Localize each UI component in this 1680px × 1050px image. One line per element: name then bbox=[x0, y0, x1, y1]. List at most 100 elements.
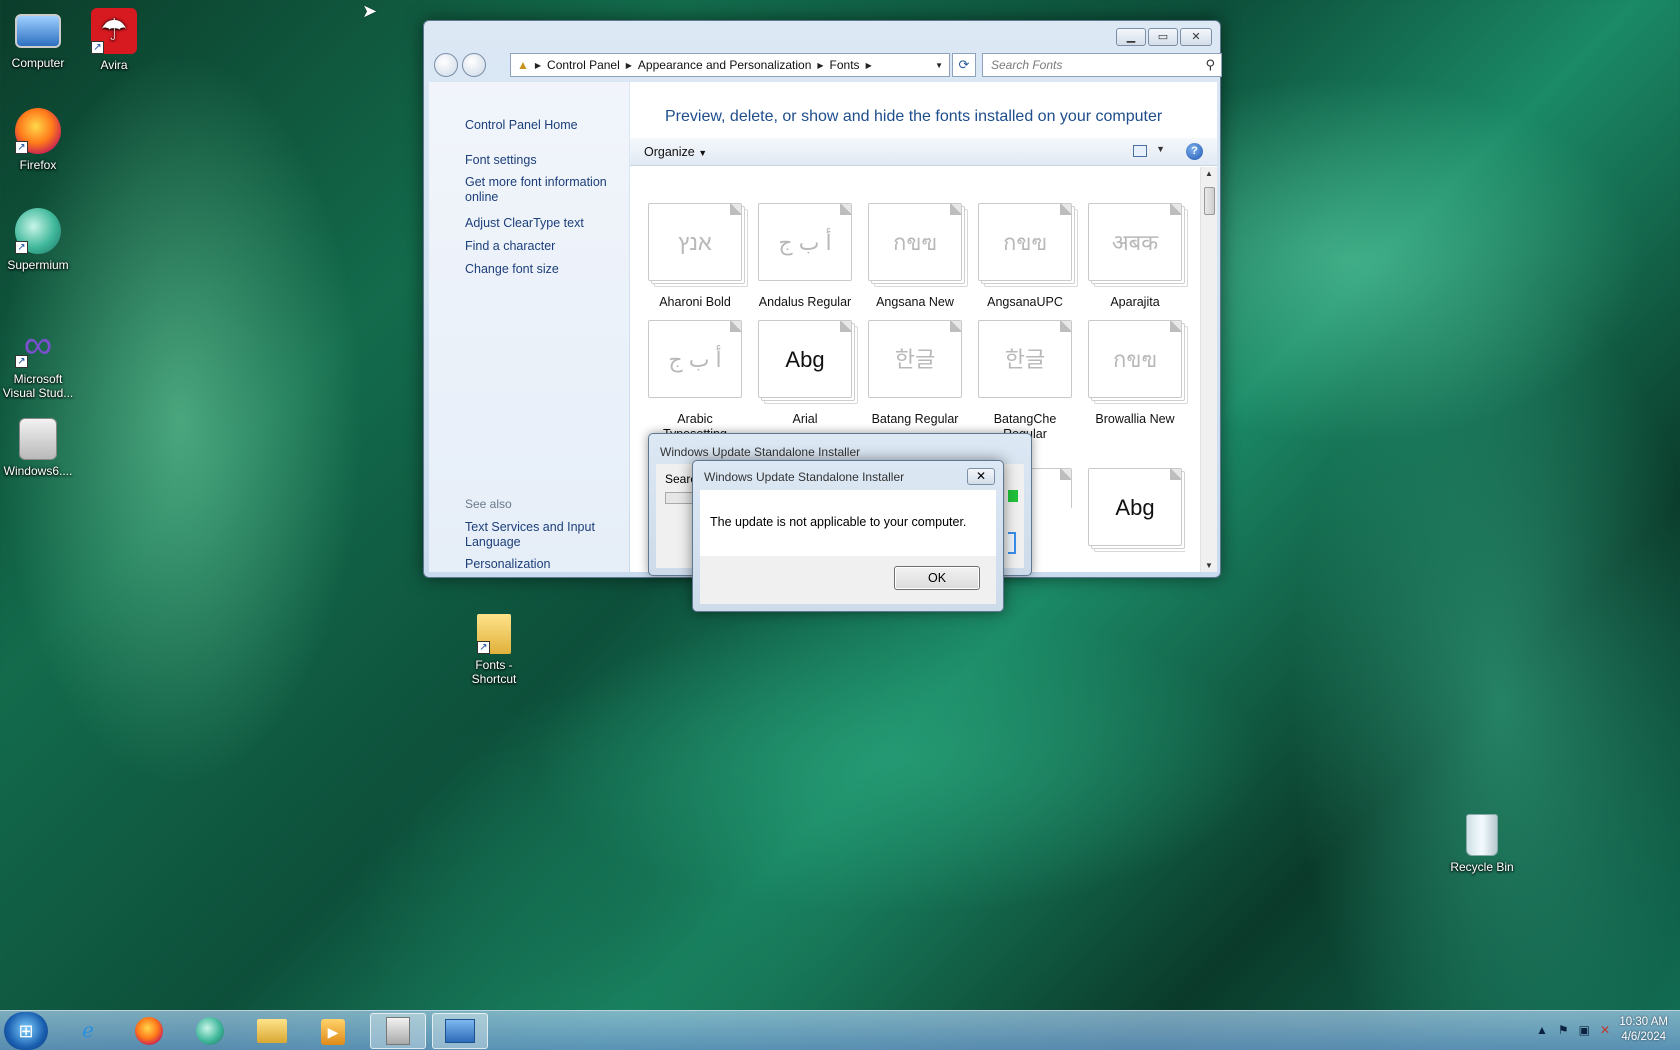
back-button[interactable] bbox=[434, 53, 458, 77]
dialog-footer: OK bbox=[700, 556, 996, 604]
font-name: Aparajita bbox=[1110, 295, 1160, 309]
ok-button[interactable]: OK bbox=[894, 566, 980, 590]
control-panel-icon: ▲ bbox=[517, 58, 529, 72]
link-text-services[interactable]: Text Services and Input Language bbox=[465, 520, 625, 550]
mouse-cursor: ➤ bbox=[362, 1, 378, 21]
desktop-icon-computer[interactable]: Computer bbox=[0, 8, 78, 70]
breadcrumb-fonts[interactable]: Fonts bbox=[830, 58, 860, 72]
desktop-icon-label: Firefox bbox=[19, 158, 57, 172]
address-bar[interactable]: ▲ ▶ Control Panel ▶ Appearance and Perso… bbox=[510, 53, 950, 77]
font-item[interactable]: กขฃ Browallia New bbox=[1085, 320, 1185, 427]
volume-muted-icon[interactable]: ✕ bbox=[1600, 1023, 1610, 1037]
system-clock[interactable]: 10:30 AM 4/6/2024 bbox=[1619, 1015, 1668, 1045]
font-name: Arial bbox=[792, 412, 818, 426]
view-options-arrow-icon[interactable]: ▼ bbox=[1156, 144, 1165, 154]
scroll-up-icon[interactable]: ▲ bbox=[1205, 169, 1213, 178]
search-placeholder: Search Fonts bbox=[991, 58, 1063, 72]
computer-icon bbox=[15, 14, 61, 48]
font-item[interactable]: Abg bbox=[1085, 468, 1185, 570]
minimize-button[interactable]: ▁ bbox=[1116, 28, 1146, 46]
taskbar-media-player-icon[interactable]: ▶ bbox=[305, 1013, 361, 1049]
font-preview: 한글 bbox=[978, 320, 1072, 398]
taskbar-internet-explorer-icon[interactable]: ℯ bbox=[60, 1013, 116, 1049]
breadcrumb-separator-icon: ▶ bbox=[534, 60, 542, 70]
taskbar-supermium-icon[interactable] bbox=[182, 1013, 238, 1049]
scroll-down-icon[interactable]: ▼ bbox=[1205, 561, 1213, 570]
desktop-icon-label: Fonts - Shortcut bbox=[471, 658, 517, 686]
forward-button[interactable] bbox=[462, 53, 486, 77]
taskbar-firefox-icon[interactable] bbox=[121, 1013, 177, 1049]
link-more-font-info[interactable]: Get more font information online bbox=[465, 175, 625, 205]
supermium-icon: ↗ bbox=[15, 208, 61, 254]
font-item[interactable]: 한글 BatangChe Regular bbox=[975, 320, 1075, 442]
desktop-icon-visual-studio[interactable]: ∞ ↗ Microsoft Visual Stud... bbox=[0, 322, 78, 400]
refresh-button[interactable]: ⟳ bbox=[952, 53, 976, 77]
link-personalization[interactable]: Personalization bbox=[465, 557, 625, 572]
font-item[interactable]: 한글 Batang Regular bbox=[865, 320, 965, 427]
recycle-bin-icon bbox=[1466, 814, 1498, 856]
font-item[interactable]: กขฃ Angsana New bbox=[865, 203, 965, 310]
notification-area: ▲ ⚑ ▣ ✕ bbox=[1536, 1023, 1610, 1037]
command-bar: Organize ▼ ▼ ? bbox=[630, 138, 1217, 166]
font-name: AngsanaUPC bbox=[987, 295, 1063, 309]
taskbar-control-panel-icon[interactable] bbox=[432, 1013, 488, 1049]
help-icon[interactable]: ? bbox=[1186, 143, 1203, 160]
action-center-flag-icon[interactable]: ⚑ bbox=[1558, 1023, 1569, 1037]
installer-title: Windows Update Standalone Installer bbox=[660, 445, 861, 459]
font-name: Andalus Regular bbox=[758, 295, 852, 309]
organize-menu[interactable]: Organize ▼ bbox=[644, 145, 707, 159]
taskbar-file-explorer-icon[interactable] bbox=[244, 1013, 300, 1049]
avira-icon: ☂ ↗ bbox=[91, 8, 137, 54]
search-icon[interactable]: ⚲ bbox=[1205, 57, 1215, 73]
vertical-scrollbar[interactable]: ▲ ▼ bbox=[1200, 167, 1217, 572]
breadcrumb-separator-icon: ▶ bbox=[817, 60, 824, 70]
dialog-message: The update is not applicable to your com… bbox=[710, 515, 967, 529]
desktop-icon-avira[interactable]: ☂ ↗ Avira bbox=[74, 8, 154, 72]
desktop-icon-firefox[interactable]: ↗ Firefox bbox=[0, 108, 78, 172]
link-font-settings[interactable]: Font settings bbox=[465, 153, 625, 168]
desktop-icon-label: Windows6.... bbox=[3, 464, 73, 478]
network-icon[interactable]: ▣ bbox=[1579, 1023, 1590, 1037]
breadcrumb-separator-icon: ▶ bbox=[865, 60, 872, 70]
close-button[interactable]: ✕ bbox=[1180, 28, 1212, 46]
show-hidden-icons-icon[interactable]: ▲ bbox=[1536, 1023, 1548, 1037]
maximize-button[interactable]: ▭ bbox=[1148, 28, 1178, 46]
installer-button[interactable] bbox=[1008, 532, 1016, 554]
message-dialog: Windows Update Standalone Installer ✕ Th… bbox=[692, 460, 1004, 612]
font-preview: กขฃ bbox=[868, 203, 962, 281]
desktop-icon-supermium[interactable]: ↗ Supermium bbox=[0, 208, 78, 272]
font-item[interactable]: Abg Arial bbox=[755, 320, 855, 427]
desktop-icon-label: Microsoft Visual Stud... bbox=[2, 372, 74, 400]
desktop-icon-windows6[interactable]: Windows6.... bbox=[0, 416, 78, 478]
font-item[interactable]: अबक Aparajita bbox=[1085, 203, 1185, 310]
firefox-icon: ↗ bbox=[15, 108, 61, 154]
link-change-font-size[interactable]: Change font size bbox=[465, 262, 625, 277]
dialog-title: Windows Update Standalone Installer bbox=[704, 470, 905, 484]
font-item[interactable]: אנץ Aharoni Bold bbox=[645, 203, 745, 310]
address-dropdown-icon[interactable]: ▼ bbox=[935, 61, 943, 70]
font-item[interactable]: أ ب ج Andalus Regular bbox=[755, 203, 855, 310]
desktop-icon-fonts-shortcut[interactable]: ↗ Fonts - Shortcut bbox=[454, 614, 534, 686]
breadcrumb-control-panel[interactable]: Control Panel bbox=[547, 58, 620, 72]
caption-buttons: ▁ ▭ ✕ bbox=[1116, 28, 1212, 46]
link-find-character[interactable]: Find a character bbox=[465, 239, 625, 254]
link-adjust-cleartype[interactable]: Adjust ClearType text bbox=[465, 216, 625, 231]
font-preview: أ ب ج bbox=[648, 320, 742, 398]
font-preview: 한글 bbox=[868, 320, 962, 398]
font-item[interactable]: กขฃ AngsanaUPC bbox=[975, 203, 1075, 310]
breadcrumb-appearance[interactable]: Appearance and Personalization bbox=[638, 58, 811, 72]
taskbar-installer-icon[interactable] bbox=[370, 1013, 426, 1049]
dialog-close-button[interactable]: ✕ bbox=[967, 468, 995, 485]
clock-date: 4/6/2024 bbox=[1621, 1031, 1667, 1043]
clock-time: 10:30 AM bbox=[1619, 1016, 1668, 1028]
font-preview: अबक bbox=[1088, 203, 1182, 281]
link-control-panel-home[interactable]: Control Panel Home bbox=[465, 118, 625, 133]
desktop-icon-label: Avira bbox=[100, 58, 128, 72]
start-button[interactable]: ⊞ bbox=[4, 1012, 48, 1050]
taskbar: ⊞ ℯ ▶ ▲ ⚑ ▣ ✕ 10:30 AM 4/6/2024 bbox=[0, 1010, 1680, 1050]
scroll-thumb[interactable] bbox=[1204, 187, 1215, 215]
search-input[interactable]: Search Fonts ⚲ bbox=[982, 53, 1222, 77]
font-name: Aharoni Bold bbox=[659, 295, 731, 309]
desktop-icon-recycle-bin[interactable]: Recycle Bin bbox=[1442, 814, 1522, 874]
change-view-icon[interactable] bbox=[1133, 145, 1147, 157]
